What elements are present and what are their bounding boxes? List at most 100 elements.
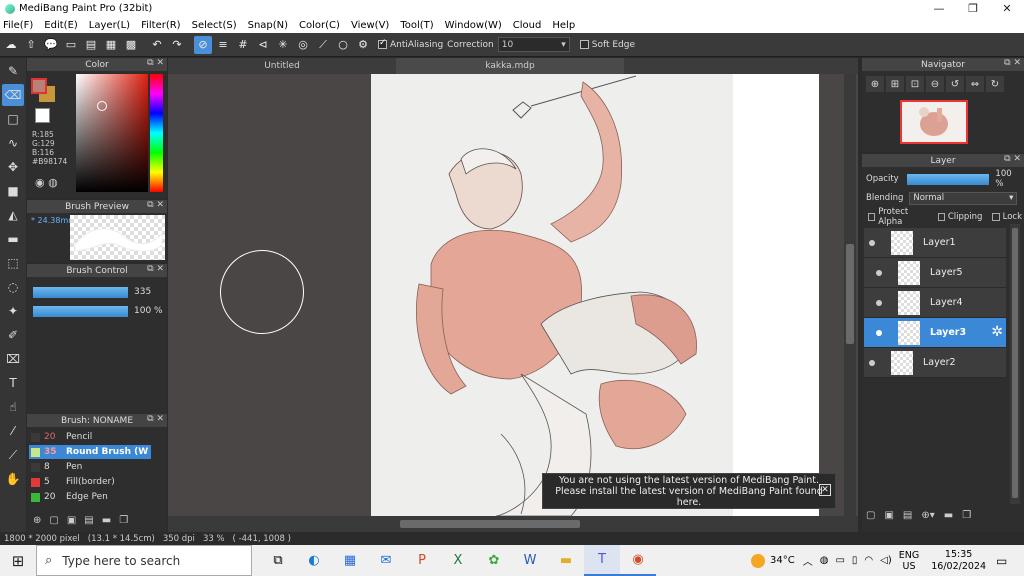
store-icon[interactable]: ▦ [332, 545, 368, 576]
zoom-in-icon[interactable]: ⊕ [866, 76, 884, 92]
hand-tool-icon[interactable]: ✋ [2, 468, 24, 490]
cloud-icon[interactable]: ☁ [2, 36, 20, 54]
chrome-icon[interactable]: ◉ [620, 545, 656, 576]
undo-icon[interactable]: ↶ [148, 36, 166, 54]
navigator-thumbnail[interactable] [900, 100, 968, 144]
panel-close-icon[interactable]: ⧉ ✕ [147, 414, 164, 424]
visibility-eye-icon[interactable] [876, 269, 882, 276]
menu-file[interactable]: File(F) [3, 20, 33, 31]
visibility-eye-icon[interactable] [876, 329, 882, 336]
layer-row[interactable]: Layer5 [864, 258, 1006, 288]
brush-duplicate-icon[interactable]: ❐ [119, 515, 128, 526]
layer-list-scrollbar[interactable] [1010, 224, 1020, 504]
file-explorer-icon[interactable]: ▬ [548, 545, 584, 576]
update-notice[interactable]: You are not using the latest version of … [542, 473, 836, 509]
comment-icon[interactable]: 💬 [42, 36, 60, 54]
brush-folder-icon[interactable]: ▬ [102, 515, 111, 526]
brush-size-value[interactable]: 335 [134, 287, 151, 297]
transparent-color-swatch[interactable] [35, 108, 50, 123]
layer-list-scroll-thumb[interactable] [1012, 228, 1018, 498]
eraser-tool-icon[interactable]: ⌫ [2, 84, 24, 106]
select-eraser-tool-icon[interactable]: ⌧ [2, 348, 24, 370]
new-halftone-layer-icon[interactable]: ▣ [884, 510, 893, 521]
color-set-icon[interactable]: ◍ [48, 176, 58, 189]
brush-tool-icon[interactable]: ✎ [2, 60, 24, 82]
new-8bit-layer-icon[interactable]: ▤ [903, 510, 912, 521]
operation-tool-icon[interactable]: ☝ [2, 396, 24, 418]
antialiasing-checkbox[interactable] [378, 38, 387, 49]
word-icon[interactable]: W [512, 545, 548, 576]
edge-icon[interactable]: ◐ [296, 545, 332, 576]
menu-layer[interactable]: Layer(L) [89, 20, 130, 31]
panel-close-icon[interactable]: ⧉ ✕ [1004, 154, 1021, 164]
saturation-value-picker[interactable] [76, 74, 148, 192]
volume-icon[interactable]: ◁) [880, 555, 892, 566]
menu-view[interactable]: View(V) [351, 20, 389, 31]
chat-icon[interactable]: ▭ [62, 36, 80, 54]
soft-edge-checkbox[interactable] [579, 40, 589, 49]
menu-help[interactable]: Help [552, 20, 575, 31]
rotate-right-icon[interactable]: ↻ [986, 76, 1004, 92]
menu-window[interactable]: Window(W) [445, 20, 502, 31]
layer-row[interactable]: Layer2 [864, 348, 1006, 378]
layer-row[interactable]: Layer4 [864, 288, 1006, 318]
chevron-up-icon[interactable]: ︿ [803, 553, 813, 568]
correction-select[interactable]: 10 ▾ [497, 37, 570, 52]
layer-row[interactable]: Layer1 [864, 228, 1006, 258]
panel-close-icon[interactable]: ⧉ ✕ [147, 58, 164, 68]
curve-snap-icon[interactable]: ⟋ [314, 36, 332, 54]
panel-close-icon[interactable]: ⧉ ✕ [147, 264, 164, 274]
fit-icon[interactable]: ⊡ [906, 76, 924, 92]
clipping-checkbox[interactable] [937, 213, 945, 221]
duplicate-layer-icon[interactable]: ❐ [962, 510, 971, 521]
document-tab[interactable]: Untitled [168, 58, 396, 74]
flip-icon[interactable]: ⇔ [966, 76, 984, 92]
minimize-button[interactable]: — [922, 0, 956, 17]
protect-alpha-checkbox[interactable] [868, 213, 876, 221]
foreground-color-swatch[interactable] [31, 78, 47, 94]
menu-color[interactable]: Color(C) [299, 20, 340, 31]
grid-list-icon[interactable]: ▦ [102, 36, 120, 54]
medibang-icon[interactable]: ✿ [476, 545, 512, 576]
teams-tray-icon[interactable]: ◍ [820, 555, 829, 566]
layer-row[interactable]: Layer3 ✲ [864, 318, 1006, 348]
layer-opacity-slider[interactable] [906, 173, 990, 185]
rotate-left-icon[interactable]: ↺ [946, 76, 964, 92]
hue-slider[interactable] [150, 74, 163, 192]
cross-snap-icon[interactable]: # [234, 36, 252, 54]
gradient-tool-icon[interactable]: ▬ [2, 228, 24, 250]
menu-filter[interactable]: Filter(R) [141, 20, 181, 31]
brush-opacity-slider[interactable] [33, 305, 128, 317]
menu-tool[interactable]: Tool(T) [400, 20, 433, 31]
clock[interactable]: 15:35 16/02/2024 [931, 549, 986, 573]
horizontal-scroll-thumb[interactable] [400, 520, 580, 528]
select-pen-tool-icon[interactable]: ✐ [2, 324, 24, 346]
visibility-eye-icon[interactable] [869, 239, 875, 246]
select-rect-tool-icon[interactable]: ⬚ [2, 252, 24, 274]
ellipse-snap-icon[interactable]: ○ [334, 36, 352, 54]
visibility-eye-icon[interactable] [869, 359, 875, 366]
rectangle-tool-icon[interactable]: □ [2, 108, 24, 130]
menu-select[interactable]: Select(S) [192, 20, 237, 31]
lock-checkbox[interactable] [992, 213, 1000, 221]
panel-close-icon[interactable]: ⧉ ✕ [1004, 58, 1021, 68]
brush-item[interactable]: 20 Edge Pen [29, 490, 151, 504]
brush-opacity-value[interactable]: 100 % [134, 306, 163, 316]
redo-icon[interactable]: ↷ [168, 36, 186, 54]
snap-off-icon[interactable]: ⊘ [194, 35, 212, 54]
zoom-plus-icon[interactable]: ⊞ [886, 76, 904, 92]
move-tool-icon[interactable]: ✥ [2, 156, 24, 178]
panel-close-icon[interactable]: ⧉ ✕ [147, 200, 164, 210]
horizontal-scrollbar[interactable] [168, 516, 858, 532]
text-tool-icon[interactable]: T [2, 372, 24, 394]
add-brush-icon[interactable]: ⊕ [33, 515, 41, 526]
brush-size-slider[interactable] [33, 286, 128, 298]
lasso-tool-icon[interactable]: ◌ [2, 276, 24, 298]
mail-icon[interactable]: ✉ [368, 545, 404, 576]
brush-item[interactable]: 8 Pen [29, 460, 151, 474]
parallel-snap-icon[interactable]: ≡ [214, 36, 232, 54]
add-layer-menu-icon[interactable]: ⊕▾ [921, 510, 934, 521]
tiles-icon[interactable]: ▩ [122, 36, 140, 54]
zoom-out-icon[interactable]: ⊖ [926, 76, 944, 92]
circle-snap-icon[interactable]: ◎ [294, 36, 312, 54]
